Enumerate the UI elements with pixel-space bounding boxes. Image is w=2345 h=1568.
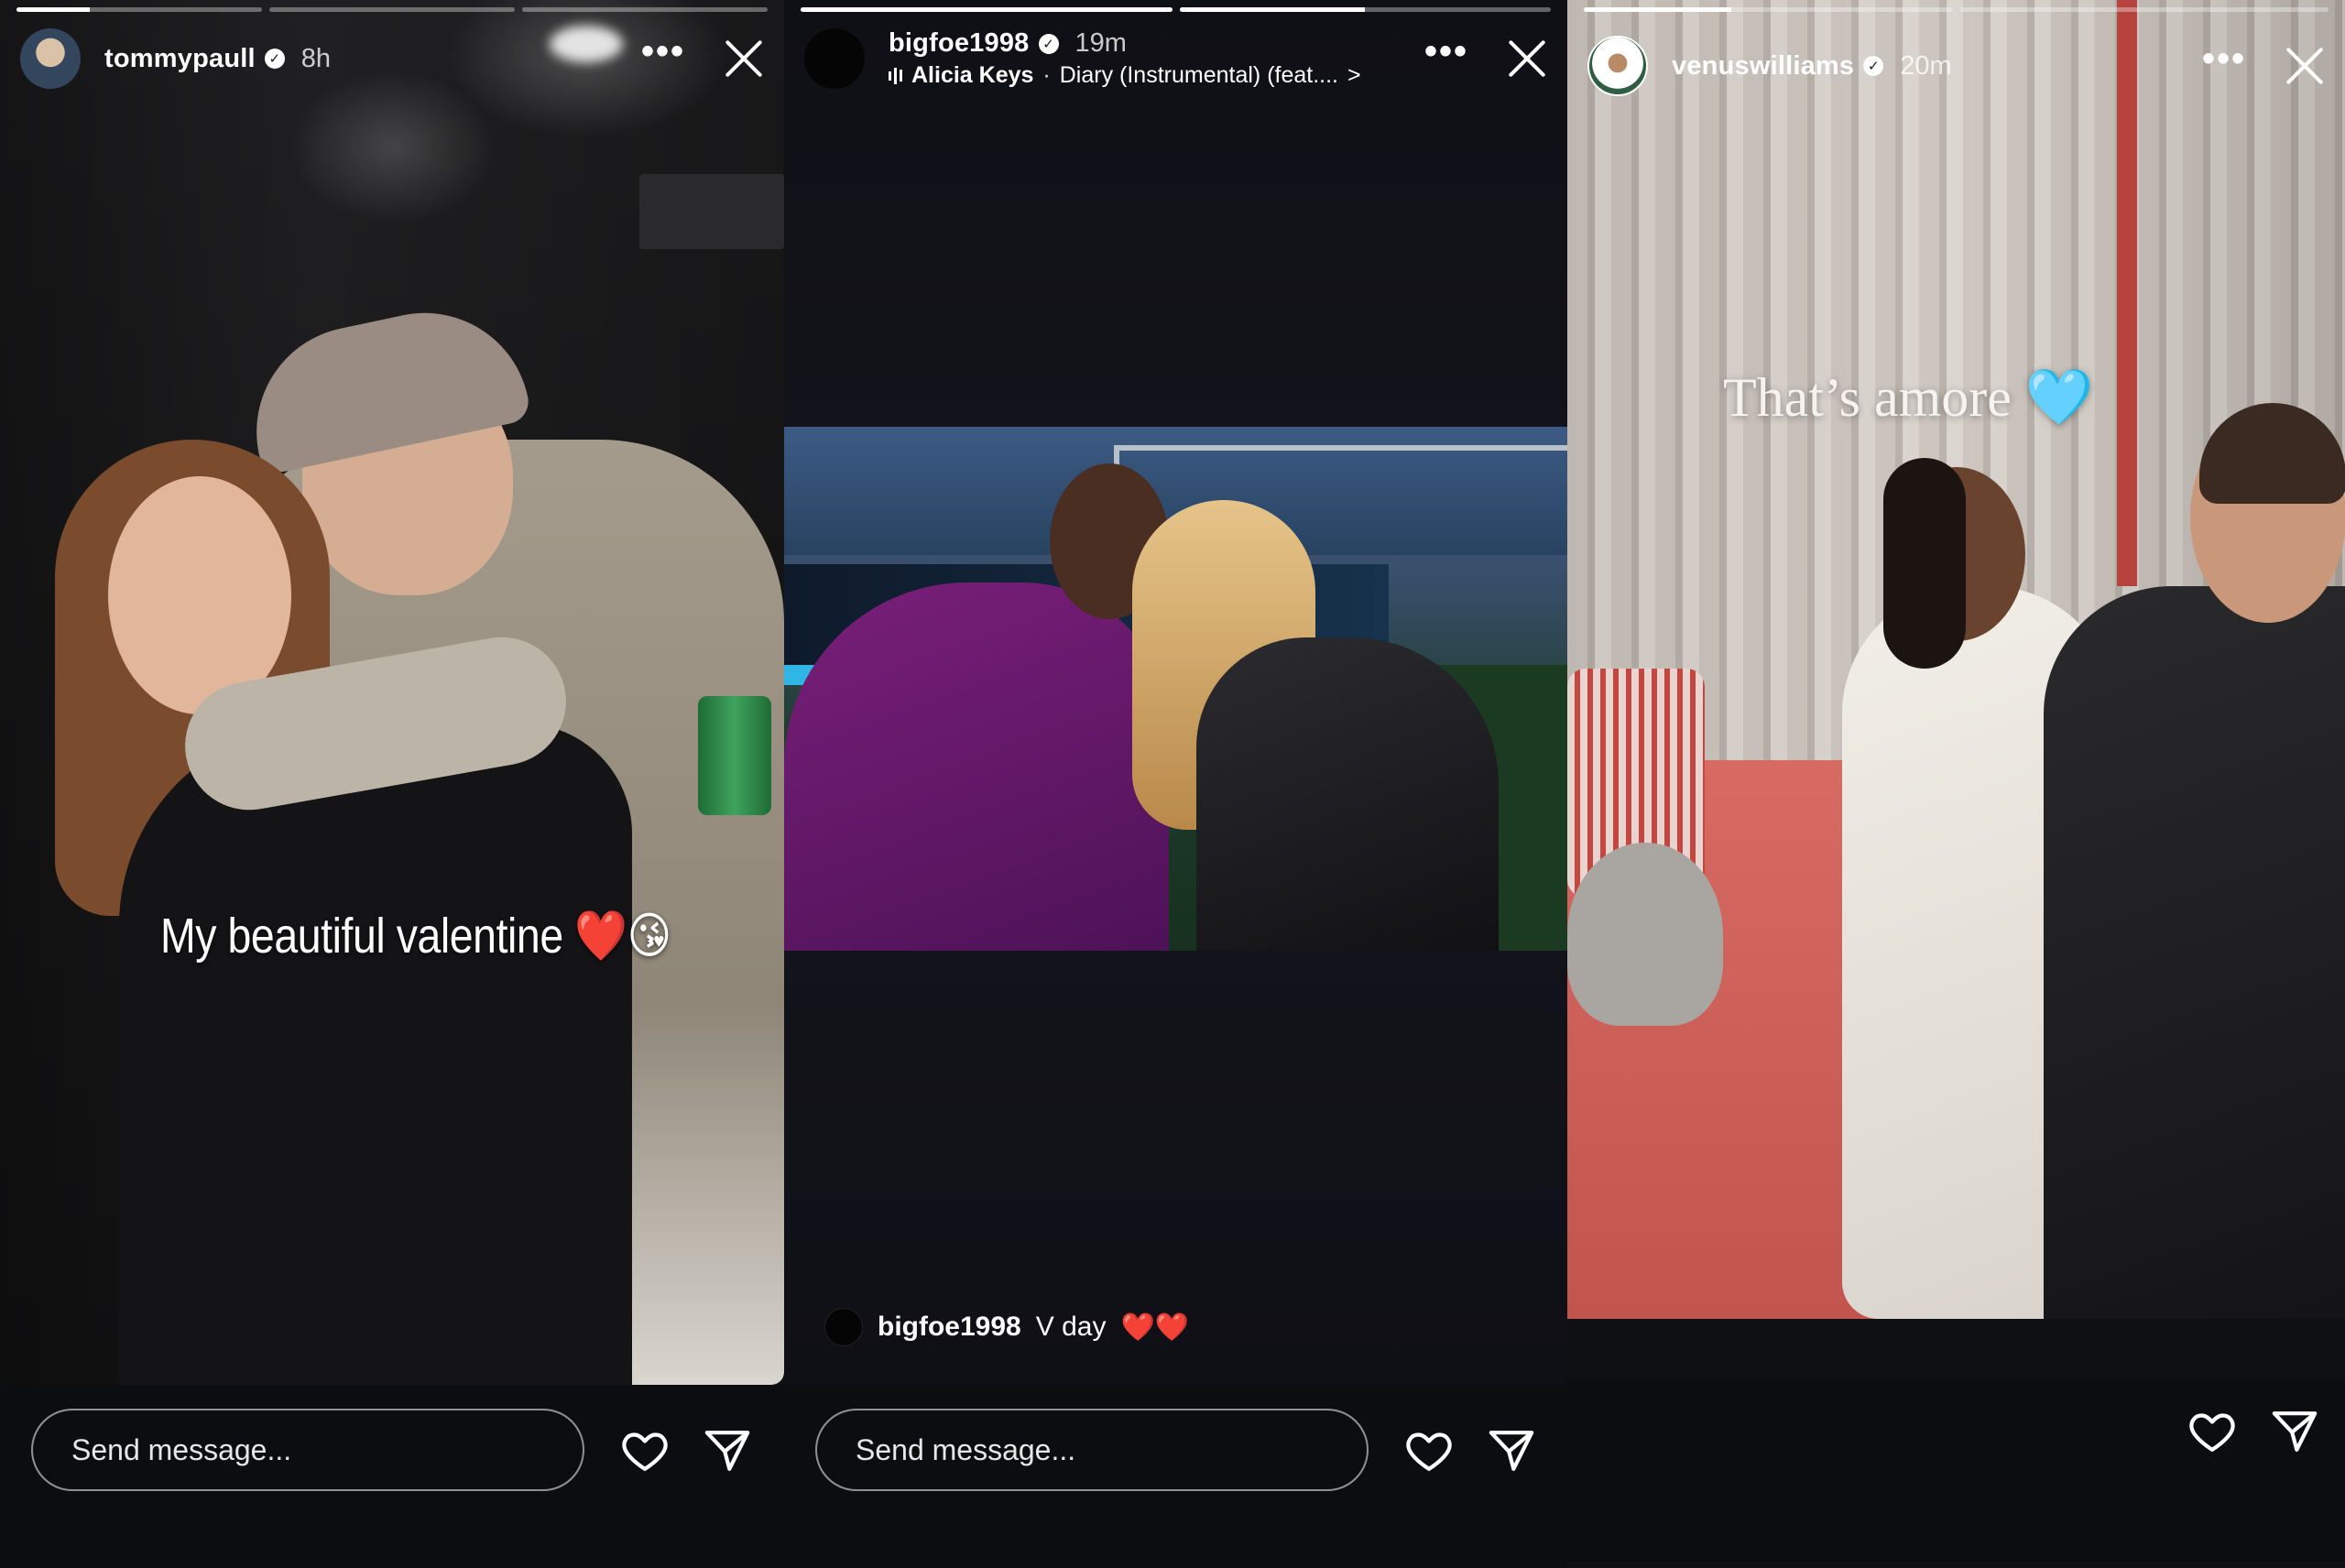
music-artist: Alicia Keys — [911, 62, 1034, 88]
send-message-input[interactable]: Send message... — [815, 1409, 1369, 1491]
send-icon[interactable] — [702, 1425, 753, 1476]
close-icon[interactable] — [1507, 38, 1547, 79]
timestamp: 19m — [1074, 28, 1127, 58]
story-panel-venuswilliams[interactable]: venuswilliams ✓ 20m ••• That’s amore 🩵 — [1567, 0, 2345, 1568]
heart-icon[interactable] — [619, 1425, 671, 1476]
wall-sign — [639, 174, 784, 249]
music-separator: · — [1042, 62, 1051, 88]
caption-text: My beautiful valentine — [160, 909, 563, 964]
send-message-placeholder: Send message... — [856, 1432, 1076, 1466]
story-footer: Send message... — [0, 1385, 784, 1568]
send-icon[interactable] — [1486, 1425, 1537, 1476]
timestamp: 20m — [1900, 50, 1952, 81]
avatar[interactable] — [1587, 36, 1648, 96]
music-bars-icon — [889, 67, 902, 85]
send-message-placeholder: Send message... — [71, 1432, 292, 1466]
send-message-input[interactable]: Send message... — [31, 1409, 584, 1491]
woman-leather-jacket — [1196, 637, 1499, 951]
progress-segment — [1179, 7, 1551, 12]
verified-badge-icon: ✓ — [1038, 33, 1059, 54]
username[interactable]: tommypaull — [104, 44, 256, 74]
heart-icon[interactable] — [1403, 1425, 1455, 1476]
story-photo — [0, 0, 784, 1385]
avatar[interactable] — [20, 28, 81, 89]
story-header: tommypaull ✓ 8h ••• — [20, 26, 764, 92]
story-caption: That’s amore 🩵 — [1723, 365, 2094, 430]
close-icon[interactable] — [2285, 46, 2325, 86]
man-dark-outfit — [2044, 586, 2345, 1319]
progress-segment — [1959, 7, 2329, 12]
woman-hair — [1883, 458, 1966, 669]
caption-emoji: 🩵 — [2024, 365, 2094, 430]
story-progress — [801, 7, 1551, 12]
story-panel-bigfoe1998[interactable]: bigfoe1998 ✓ 19m Alicia Keys · Diary (In… — [784, 0, 1567, 1568]
verified-badge-icon: ✓ — [264, 49, 285, 69]
green-can — [698, 696, 771, 815]
heart-icon[interactable] — [2187, 1406, 2238, 1457]
story-progress — [16, 7, 768, 12]
music-attribution[interactable]: Alicia Keys · Diary (Instrumental) (feat… — [889, 62, 1361, 89]
timestamp: 8h — [300, 43, 332, 73]
chevron-right-icon: > — [1347, 62, 1361, 88]
story-caption: My beautiful valentine ❤️😘 — [160, 907, 671, 965]
story-footer: Send message... — [784, 1385, 1567, 1568]
woman-jacket — [119, 724, 632, 1385]
story-header: venuswilliams ✓ 20m ••• — [1587, 33, 2325, 99]
progress-segment — [522, 7, 768, 12]
username[interactable]: venuswilliams — [1672, 51, 1854, 82]
more-icon[interactable]: ••• — [2202, 40, 2246, 77]
caption-emoji: ❤️❤️ — [1120, 1311, 1190, 1344]
story-photo — [1567, 0, 2345, 1319]
more-icon[interactable]: ••• — [641, 33, 685, 70]
music-title: Diary (Instrumental) (feat.... — [1059, 62, 1338, 88]
story-caption-row: bigfoe1998 V day ❤️❤️ — [824, 1308, 1189, 1346]
caption-text: That’s amore — [1723, 367, 2012, 428]
progress-segment — [801, 7, 1172, 12]
close-icon[interactable] — [724, 38, 764, 79]
story-photo — [784, 427, 1567, 951]
player-purple-shirt — [784, 583, 1169, 951]
caption-text: V day — [1035, 1312, 1107, 1342]
caption-emoji: ❤️😘 — [574, 907, 671, 964]
story-progress — [1584, 7, 2329, 12]
story-header: bigfoe1998 ✓ 19m Alicia Keys · Diary (In… — [804, 26, 1547, 92]
username[interactable]: bigfoe1998 — [889, 28, 1030, 59]
progress-segment — [16, 7, 262, 12]
verified-badge-icon: ✓ — [1863, 56, 1884, 76]
progress-segment — [269, 7, 515, 12]
send-icon[interactable] — [2269, 1406, 2320, 1457]
avatar[interactable] — [804, 28, 865, 89]
story-footer — [1567, 1378, 2345, 1562]
caption-username[interactable]: bigfoe1998 — [878, 1312, 1021, 1343]
more-icon[interactable]: ••• — [1424, 33, 1468, 70]
caption-avatar — [824, 1308, 863, 1346]
progress-segment — [1584, 7, 1953, 12]
story-panel-tommypaull[interactable]: tommypaull ✓ 8h ••• My beautiful valenti… — [0, 0, 784, 1568]
dog — [1567, 843, 1723, 1026]
